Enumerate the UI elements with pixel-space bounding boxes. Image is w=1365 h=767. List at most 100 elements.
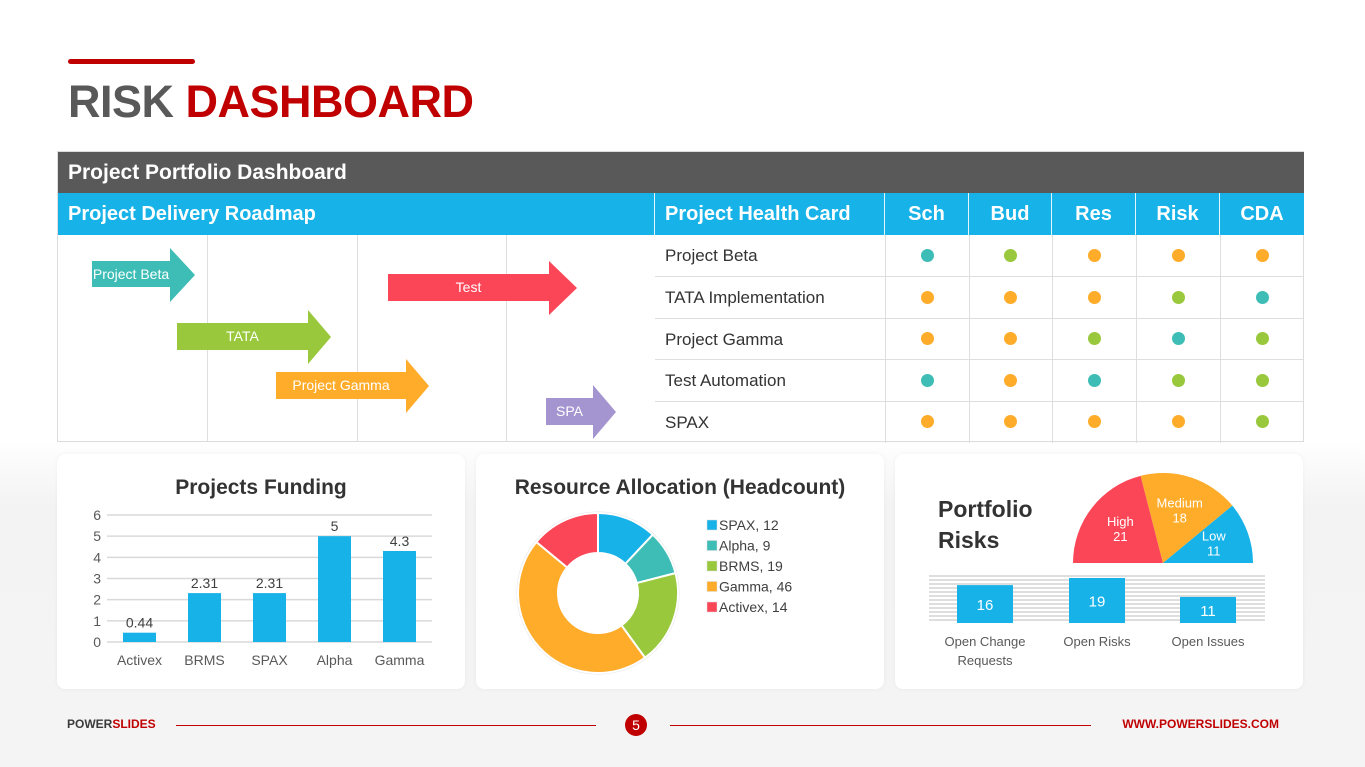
status-dot-orange <box>1087 290 1101 304</box>
legend-label: BRMS, 19 <box>719 558 783 574</box>
legend-swatch <box>706 560 718 572</box>
page-title-part2: DASHBOARD <box>185 76 475 127</box>
status-dot-orange <box>1004 415 1017 429</box>
footer-url[interactable]: WWW.POWERSLIDES.COM <box>1122 717 1279 731</box>
x-tick-label: Alpha <box>317 652 353 668</box>
y-tick-label: 6 <box>93 507 101 523</box>
bar <box>123 632 156 642</box>
roadmap-arrow-head <box>406 359 429 413</box>
health-cell-bud <box>969 235 1052 276</box>
x-tick-label: BRMS <box>184 652 224 668</box>
health-col-res: Res <box>1052 193 1136 235</box>
health-cell-sch <box>885 277 969 319</box>
bar <box>253 593 286 642</box>
health-cell-risk <box>1136 235 1220 276</box>
count-category-label: Open Risks <box>1063 634 1131 649</box>
legend-swatch <box>706 540 718 551</box>
health-row-name: Test Automation <box>665 371 786 391</box>
status-dot-green <box>1255 415 1269 429</box>
health-cell-sch <box>885 235 969 276</box>
legend-label: Alpha, 9 <box>719 538 771 554</box>
status-dot-orange <box>920 290 934 304</box>
bar <box>188 593 221 642</box>
roadmap-arrow-label: Project Beta <box>92 261 170 287</box>
footer-rule-right <box>670 725 1091 726</box>
health-row: TATA Implementation <box>655 276 1304 319</box>
data-label: 5 <box>331 518 339 534</box>
status-dot-green <box>1087 332 1101 346</box>
health-col-bud: Bud <box>969 193 1052 235</box>
projects-funding-card: Projects Funding 0 1 2 3 4 5 6 0.44 Activex 2.31 B… <box>57 454 465 689</box>
status-dot-orange <box>1004 290 1017 304</box>
health-cell-res <box>1052 401 1136 443</box>
roadmap-header: Project Delivery Roadmap <box>58 193 655 235</box>
bar <box>383 550 416 642</box>
roadmap-arrow-head <box>549 261 577 315</box>
footer-brand-part1: POWER <box>67 717 113 731</box>
bar <box>318 536 351 642</box>
page-title-part1: RISK <box>68 76 174 127</box>
health-cell-risk <box>1136 277 1220 319</box>
health-cell-sch <box>885 318 969 360</box>
health-cell-res <box>1052 360 1136 402</box>
count-category-label: Requests <box>958 653 1013 668</box>
y-tick-label: 0 <box>93 634 101 650</box>
health-row-name: Project Gamma <box>665 329 784 349</box>
status-dot-orange <box>1004 332 1017 346</box>
legend-label: SPAX, 12 <box>719 517 779 533</box>
data-label: 2.31 <box>191 575 218 591</box>
projects-funding-chart: 0 1 2 3 4 5 6 0.44 Activex 2.31 BRMS 2.31 SPAX 5 Alpha… <box>93 507 432 668</box>
count-category-label: Open Issues <box>1172 634 1245 649</box>
y-tick-label: 5 <box>93 528 101 544</box>
health-cell-cda <box>1220 277 1304 319</box>
status-dot-green <box>1171 290 1185 304</box>
status-dot-orange <box>920 415 934 429</box>
health-cell-bud <box>969 360 1052 402</box>
risk-slice-label: Medium <box>1157 496 1203 511</box>
portfolio-header: Project Portfolio Dashboard <box>58 152 1304 193</box>
health-col-risk: Risk <box>1136 193 1220 235</box>
health-row-name: Project Beta <box>665 246 758 265</box>
y-tick-label: 3 <box>93 571 101 587</box>
page-number-badge: 5 <box>625 714 647 736</box>
status-dot-teal <box>1087 373 1101 387</box>
status-dot-orange <box>1255 248 1269 262</box>
risk-slice-label: High <box>1107 514 1134 529</box>
health-cell-res <box>1052 235 1136 276</box>
legend-label: Gamma, 46 <box>719 579 792 595</box>
health-row-name: TATA Implementation <box>665 288 825 308</box>
roadmap-arrow-label: Project Gamma <box>276 372 406 399</box>
health-cell-bud <box>969 401 1052 443</box>
status-dot-green <box>1004 248 1017 262</box>
status-dot-orange <box>1004 373 1017 387</box>
health-row: Project Beta <box>655 235 1304 276</box>
health-cell-risk <box>1136 318 1220 360</box>
data-label: 2.31 <box>256 575 283 591</box>
risk-slice-value: 18 <box>1172 511 1186 526</box>
health-cell-res <box>1052 318 1136 360</box>
status-dot-green <box>1255 332 1269 346</box>
status-dot-teal <box>1255 290 1269 304</box>
roadmap-arrow-head <box>170 248 195 302</box>
risk-slice-value: 11 <box>1207 544 1221 559</box>
health-cell-cda <box>1220 360 1304 402</box>
count-bar-label: 19 <box>1089 594 1106 611</box>
status-dot-green <box>1255 373 1269 387</box>
health-row: Project Gamma <box>655 317 1304 360</box>
risk-slice-value: 21 <box>1113 529 1127 544</box>
status-dot-orange <box>1087 415 1101 429</box>
roadmap-arrow-label: Test <box>388 274 549 301</box>
health-cell-bud <box>969 318 1052 360</box>
legend-swatch <box>706 601 718 613</box>
health-col-sch: Sch <box>885 193 969 235</box>
status-dot-orange <box>1171 248 1185 262</box>
health-cell-cda <box>1220 401 1304 443</box>
footer-brand: POWERSLIDES <box>67 717 156 731</box>
resource-allocation-card: Resource Allocation (Headcount) SPAX, 12… <box>476 454 884 689</box>
count-category-label: Open Change <box>945 634 1026 649</box>
resource-allocation-chart: SPAX, 12 Alpha, 9 BRMS, 19 Gamma, 46 Activex… <box>516 511 792 675</box>
health-cell-cda <box>1220 235 1304 276</box>
legend-swatch <box>706 581 718 592</box>
legend-swatch <box>706 519 718 531</box>
health-cell-risk <box>1136 401 1220 443</box>
